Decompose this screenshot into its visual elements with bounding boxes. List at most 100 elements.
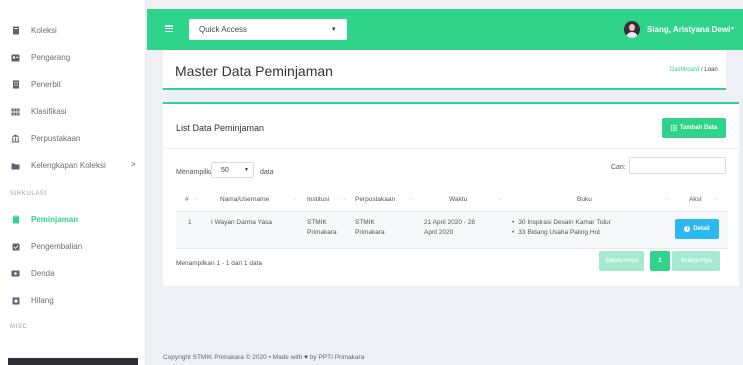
page-length-suffix: data [260, 169, 274, 176]
hamburger-menu-icon[interactable] [165, 25, 173, 33]
cell-no: 1 [188, 219, 192, 226]
sidebar-item-klasifikasi[interactable]: Klasifikasi [0, 103, 146, 121]
footer-text-before: Copyright STMIK Primakara © 2020 • Made … [163, 354, 303, 361]
sidebar-item-peminjaman[interactable]: Peminjaman [0, 211, 146, 229]
cell-institusi-line: Primakara [307, 228, 337, 236]
sidebar: Koleksi Pengarang Penerbit Klasifikasi P… [0, 0, 146, 365]
detail-label: Detail [693, 226, 710, 232]
add-data-label: Tambah Data [679, 125, 718, 131]
table-info: Menampilkan 1 - 1 dari 1 data [176, 260, 262, 267]
cell-institusi-line: STMIK [307, 219, 327, 226]
footer-text-after: by PPTI Primakara [309, 354, 365, 361]
cell-perpustakaan: STMIK Primakara [355, 218, 385, 237]
quick-access-value: Quick Access [199, 25, 248, 34]
cell-waktu-line: 21 April 2020 - 28 [424, 219, 475, 226]
sort-icon[interactable]: ↑↓ [341, 196, 346, 202]
sort-icon[interactable]: ↑↓ [714, 196, 719, 202]
sort-icon[interactable]: ↑↓ [664, 196, 669, 202]
sidebar-item-pengembalian[interactable]: Pengembalian [0, 238, 146, 256]
library-icon [11, 134, 20, 143]
sidebar-item-label: Perpustakaan [31, 134, 81, 143]
page-header: Master Data Peminjaman Dashboard / Loan [163, 50, 726, 90]
column-header-no[interactable]: # [185, 196, 189, 203]
column-header-aksi[interactable]: Aksi [689, 196, 701, 203]
sidebar-item-label: Peminjaman [31, 215, 79, 224]
cell-perpustakaan-line: Primakara [355, 228, 385, 236]
cell-waktu: 21 April 2020 - 28 April 2020 [424, 218, 475, 237]
sidebar-item-label: Pengarang [31, 53, 71, 62]
status-bar [8, 358, 138, 365]
breadcrumb: Dashboard / Loan [670, 67, 718, 73]
sidebar-section-misc: MISC [10, 324, 28, 330]
sort-icon[interactable]: ↑↓ [292, 196, 297, 202]
column-header-name[interactable]: Nama/Username [220, 196, 269, 203]
detail-button[interactable]: i Detail [675, 219, 719, 239]
divider [163, 148, 739, 149]
divider [176, 248, 728, 249]
chevron-down-icon: ▾ [332, 26, 336, 33]
book-icon [11, 26, 20, 35]
cell-buku: 30 Inspirasi Desain Kamar Tidur 33 Bidan… [512, 218, 611, 237]
cell-perpustakaan-line: STMIK [355, 219, 375, 226]
user-menu-name[interactable]: Siang, Aristyana Dewi [647, 25, 730, 34]
sidebar-item-label: Kelengkapan Koleksi [31, 161, 106, 170]
breadcrumb-separator: / [701, 67, 703, 73]
column-header-waktu[interactable]: Waktu [449, 196, 467, 203]
top-navbar: Quick Access ▾ Siang, Aristyana Dewi ▾ [147, 9, 743, 50]
pagination-page-1[interactable]: 1 [650, 251, 670, 271]
money-icon [11, 269, 20, 278]
column-header-institusi[interactable]: Institusi [307, 196, 329, 203]
sidebar-item-label: Koleksi [31, 26, 57, 35]
sidebar-item-koleksi[interactable]: Koleksi [0, 22, 146, 40]
page-length-select[interactable]: 50 ▼ [211, 162, 254, 178]
check-box-icon [11, 242, 20, 251]
sidebar-item-perpustakaan[interactable]: Perpustakaan [0, 130, 146, 148]
sidebar-item-kelengkapan-koleksi[interactable]: Kelengkapan Koleksi > [0, 157, 146, 175]
sidebar-item-hilang[interactable]: Hilang [0, 292, 146, 310]
sidebar-item-penerbit[interactable]: Penerbit [0, 76, 146, 94]
sidebar-section-sirkulasi: SIRKULASI [10, 191, 47, 197]
page-length-value: 50 [221, 167, 229, 174]
breadcrumb-dashboard-link[interactable]: Dashboard [670, 67, 699, 73]
column-header-perpustakaan[interactable]: Perpustakaan [355, 196, 395, 203]
footer: Copyright STMIK Primakara © 2020 • Made … [163, 354, 364, 361]
caret-down-icon: ▼ [244, 167, 249, 173]
heart-icon: ♥ [304, 354, 308, 361]
sidebar-item-label: Hilang [31, 296, 54, 305]
sort-icon[interactable]: ↑↓ [194, 196, 199, 202]
quick-access-select[interactable]: Quick Access ▾ [189, 19, 347, 40]
sort-icon[interactable]: ↑↓ [408, 196, 413, 202]
list-item: 30 Inspirasi Desain Kamar Tidur [512, 218, 611, 228]
avatar[interactable] [624, 21, 640, 38]
loan-list-card: List Data Peminjaman Tambah Data Menampi… [163, 102, 739, 286]
sidebar-item-label: Klasifikasi [31, 107, 67, 116]
sidebar-item-label: Penerbit [31, 80, 61, 89]
search-input[interactable] [629, 157, 726, 174]
book-list: 30 Inspirasi Desain Kamar Tidur 33 Bidan… [512, 218, 611, 237]
sidebar-item-label: Pengembalian [31, 242, 83, 251]
breadcrumb-current: Loan [704, 67, 718, 73]
info-icon: i [684, 226, 691, 232]
user-card-icon [11, 53, 20, 62]
pagination-next-button[interactable]: Selanjutnya [672, 251, 720, 271]
cell-institusi: STMIK Primakara [307, 218, 337, 237]
warning-icon [11, 296, 20, 305]
plus-square-icon [670, 125, 677, 131]
list-item: 33 Bidang Usaha Paling Hot [512, 228, 611, 238]
cell-name: I Wayan Darma Yasa [211, 219, 272, 226]
card-title: List Data Peminjaman [176, 123, 265, 133]
sidebar-item-pengarang[interactable]: Pengarang [0, 49, 146, 67]
sidebar-item-denda[interactable]: Denda [0, 265, 146, 283]
sidebar-item-label: Denda [31, 269, 55, 278]
clipboard-icon [11, 215, 20, 224]
page-title: Master Data Peminjaman [175, 63, 333, 79]
chevron-right-icon: > [131, 160, 136, 169]
pagination-prev-button[interactable]: Sebelumnya [599, 251, 644, 271]
column-header-buku[interactable]: Buku [577, 196, 592, 203]
add-data-button[interactable]: Tambah Data [662, 118, 726, 138]
folder-icon [11, 161, 20, 170]
search-label: Cari: [611, 164, 626, 171]
chevron-down-icon[interactable]: ▾ [731, 25, 734, 32]
building-icon [11, 80, 20, 89]
sort-icon[interactable]: ↑↓ [497, 196, 502, 202]
